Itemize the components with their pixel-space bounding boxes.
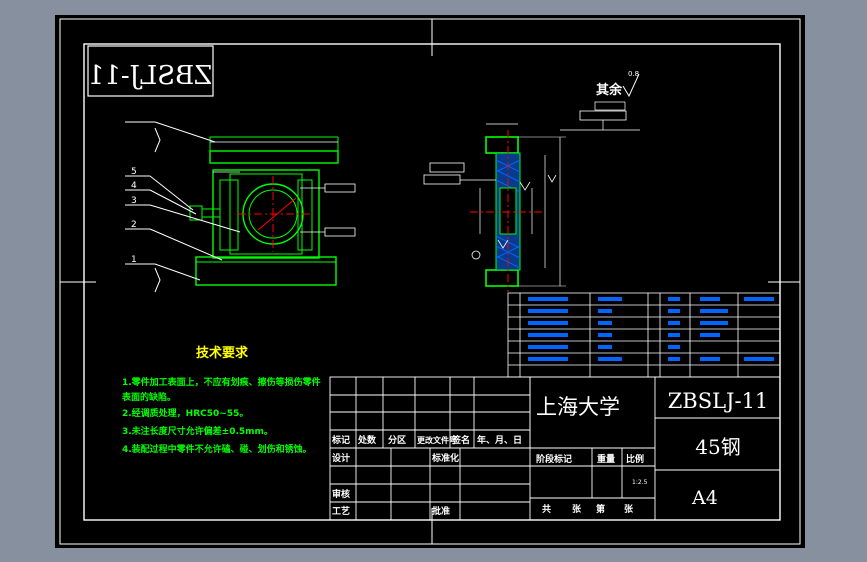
label-mark: 标记 <box>331 434 350 446</box>
label-ratio: 比例 <box>626 453 644 465</box>
label-sign: 签名 <box>451 434 470 446</box>
material: 45钢 <box>695 435 740 459</box>
tech-title: 技术要求 <box>196 345 249 361</box>
label-review: 审核 <box>332 488 350 500</box>
label-design: 设计 <box>332 452 350 464</box>
label-stage-mark: 阶段标记 <box>536 453 572 465</box>
label-weight: 重量 <box>597 453 615 465</box>
balloon-1: 1 <box>131 255 137 265</box>
label-date: 年、月、日 <box>477 434 522 446</box>
label-approve: 批准 <box>432 505 450 517</box>
label-count: 处数 <box>357 434 377 446</box>
tech-line-1: 1.零件加工表面上，不应有划痕、擦伤等损伤零件 <box>122 376 321 388</box>
label-standardize: 标准化 <box>431 452 459 464</box>
label-sheet: 张 <box>624 503 634 515</box>
balloon-4: 4 <box>131 181 137 191</box>
mirrored-code: ZBSLJ-11 <box>88 61 213 91</box>
tech-line-3: 2.经调质处理，HRC50~55。 <box>122 407 248 419</box>
label-page: 第 <box>596 503 605 515</box>
label-change-doc: 更改文件号 <box>417 435 457 445</box>
label-total: 共 <box>542 503 551 515</box>
balloon-3: 3 <box>131 196 137 206</box>
label-process: 工艺 <box>332 505 350 517</box>
drawing-code: ZBSLJ-11 <box>668 389 769 413</box>
label-sheets: 张 <box>572 503 582 515</box>
tech-line-2: 表面的缺陷。 <box>121 391 176 403</box>
roughness-value: 0.8 <box>628 70 639 78</box>
scale-value: 1:2.5 <box>632 479 648 486</box>
tech-line-5: 4.装配过程中零件不允许磕、碰、划伤和锈蚀。 <box>122 443 312 455</box>
balloon-5: 5 <box>131 167 137 177</box>
balloon-2: 2 <box>131 220 137 230</box>
school-name: 上海大学 <box>536 395 620 419</box>
label-zone: 分区 <box>388 434 406 446</box>
roughness-label: 其余 <box>596 82 623 98</box>
tech-line-4: 3.未注长度尺寸允许偏差±0.5mm。 <box>122 425 273 437</box>
sheet-size: A4 <box>691 487 718 509</box>
drawing-canvas: ZBSLJ-11 5 4 3 2 1 其余 0.8 技术要求 1.零件加工表面上… <box>55 15 805 548</box>
